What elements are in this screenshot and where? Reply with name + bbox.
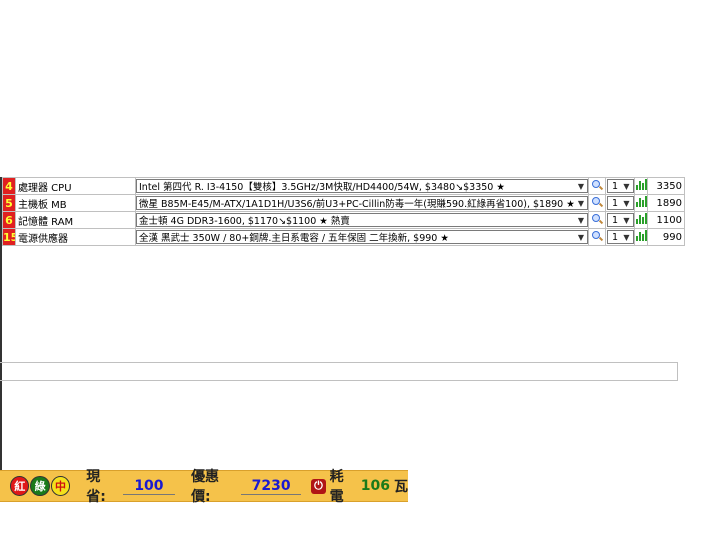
row-price: 3350 xyxy=(647,177,685,195)
magnifier-icon[interactable] xyxy=(592,179,602,190)
row-label: 記憶體 RAM xyxy=(15,211,136,229)
table-row: 15 電源供應器 全漢 黑武士 350W / 80+銅牌.主日系電容 / 五年保… xyxy=(2,228,685,246)
chevron-down-icon: ▼ xyxy=(577,198,585,208)
red-badge: 紅 xyxy=(10,476,30,496)
table-row: 6 記憶體 RAM 金士頓 4G DDR3-1600, $1170↘$1100 … xyxy=(2,211,685,229)
product-select[interactable]: Intel 第四代 R. I3-4150【雙核】3.5GHz/3M快取/HD44… xyxy=(136,179,588,193)
quantity-select[interactable]: 1 ▼ xyxy=(606,196,634,210)
product-select-value: 全漢 黑武士 350W / 80+銅牌.主日系電容 / 五年保固 二年換新, $… xyxy=(139,233,449,244)
chevron-down-icon: ▼ xyxy=(623,198,630,208)
green-badge: 綠 xyxy=(30,476,50,496)
chevron-down-icon: ▼ xyxy=(623,181,630,191)
divider xyxy=(0,380,678,381)
chevron-down-icon: ▼ xyxy=(577,215,585,225)
quantity-select[interactable]: 1 ▼ xyxy=(606,230,634,244)
bar-chart-icon[interactable] xyxy=(635,230,647,241)
row-price: 1890 xyxy=(647,194,685,212)
row-price: 1100 xyxy=(647,211,685,229)
product-select[interactable]: 微星 B85M-E45/M-ATX/1A1D1H/U3S6/前U3+PC-Cil… xyxy=(136,196,588,210)
table-row: 5 主機板 MB 微星 B85M-E45/M-ATX/1A1D1H/U3S6/前… xyxy=(2,194,685,212)
quantity-value: 1 xyxy=(611,231,619,243)
chevron-down-icon: ▼ xyxy=(623,232,630,242)
magnifier-icon[interactable] xyxy=(592,196,602,207)
product-select[interactable]: 全漢 黑武士 350W / 80+銅牌.主日系電容 / 五年保固 二年換新, $… xyxy=(136,230,588,244)
power-unit: 瓦 xyxy=(394,479,408,495)
power-value: 106 xyxy=(360,478,390,494)
quantity-select[interactable]: 1 ▼ xyxy=(606,213,634,227)
quantity-value: 1 xyxy=(611,197,619,209)
divider xyxy=(0,362,678,363)
product-select-value: Intel 第四代 R. I3-4150【雙核】3.5GHz/3M快取/HD44… xyxy=(139,182,505,193)
row-price: 990 xyxy=(647,228,685,246)
row-label: 處理器 CPU xyxy=(15,177,136,195)
row-label: 電源供應器 xyxy=(15,228,136,246)
discount-value: 7230 xyxy=(241,478,302,495)
bar-chart-icon[interactable] xyxy=(635,213,647,224)
row-number: 15 xyxy=(2,228,16,246)
magnifier-icon[interactable] xyxy=(592,213,602,224)
row-number: 4 xyxy=(2,177,16,195)
row-label: 主機板 MB xyxy=(15,194,136,212)
magnifier-icon[interactable] xyxy=(592,230,602,241)
saving-value: 100 xyxy=(122,478,176,495)
table-row: 4 處理器 CPU Intel 第四代 R. I3-4150【雙核】3.5GHz… xyxy=(2,177,685,195)
quantity-value: 1 xyxy=(611,214,619,226)
bar-chart-icon[interactable] xyxy=(635,196,647,207)
divider xyxy=(677,362,678,381)
quantity-select[interactable]: 1 ▼ xyxy=(606,179,634,193)
chevron-down-icon: ▼ xyxy=(577,181,585,191)
chevron-down-icon: ▼ xyxy=(623,215,630,225)
row-number: 5 xyxy=(2,194,16,212)
saving-label: 現省: xyxy=(86,469,106,505)
product-select-value: 金士頓 4G DDR3-1600, $1170↘$1100 ★ 熱賣 xyxy=(139,216,350,227)
quantity-value: 1 xyxy=(611,180,619,192)
center-badge: 中 xyxy=(50,476,71,496)
power-label: 耗電 xyxy=(329,469,344,505)
discount-label: 優惠價: xyxy=(191,469,220,505)
bar-chart-icon[interactable] xyxy=(635,179,647,190)
chevron-down-icon: ▼ xyxy=(577,232,585,242)
config-table: 4 處理器 CPU Intel 第四代 R. I3-4150【雙核】3.5GHz… xyxy=(2,177,685,246)
product-select[interactable]: 金士頓 4G DDR3-1600, $1170↘$1100 ★ 熱賣 ▼ xyxy=(136,213,588,227)
product-select-value: 微星 B85M-E45/M-ATX/1A1D1H/U3S6/前U3+PC-Cil… xyxy=(139,199,575,210)
summary-bar: 紅 綠 中 現省: 100 優惠價: 7230 ⏻ 耗電 106 瓦 xyxy=(0,469,408,505)
row-number: 6 xyxy=(2,211,16,229)
power-icon: ⏻ xyxy=(311,478,326,494)
